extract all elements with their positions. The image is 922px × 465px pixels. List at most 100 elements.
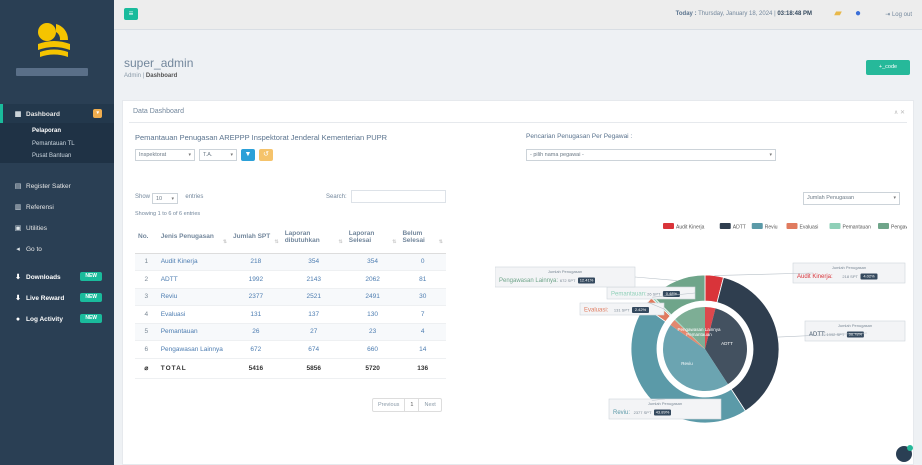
dashboard-submenu: Pelaporan Pemantauan TL Pusat Bantuan (0, 123, 114, 163)
sidebar-item-live-reward[interactable]: ⬇ Live Reward NEW (0, 288, 114, 308)
callout-name-pengawasan-lainnya: Pengawasan Lainnya: (499, 278, 558, 284)
notification-dot (907, 445, 913, 451)
legend-label-reviu: Reviu (765, 225, 778, 231)
row-belum: 7 (399, 305, 446, 324)
sidebar-item-log-activity[interactable]: ● Log Activity NEW (0, 309, 114, 329)
leader-line-pengawasan-lainnya (634, 276, 677, 281)
current-datetime: Today : Thursday, January 18, 2024 | 03:… (675, 11, 812, 17)
sidebar-item-dashboard[interactable]: ▦ Dashboard ▾ (0, 104, 114, 124)
row-butuh: 137 (281, 305, 346, 324)
chevron-down-icon: ▾ (893, 195, 896, 201)
year-select[interactable]: T.A. ▾ (199, 149, 237, 161)
today-label: Today : (675, 11, 697, 17)
col-butuh[interactable]: Laporan dibutuhkan ⇅ (281, 221, 346, 254)
row-jenis[interactable]: Evaluasi (157, 305, 231, 324)
sidebar-item-label: Referensi (26, 203, 54, 211)
callout-value-evaluasi: 131 SPT (614, 308, 630, 313)
row-butuh: 2521 (281, 288, 346, 306)
legend-swatch-pengawasan-lainnya (878, 223, 889, 229)
callout-name-pemantauan: Pemantauan: (611, 292, 647, 298)
sidebar-item-register-satker[interactable]: ▤ Register Satker (0, 176, 114, 196)
row-butuh: 354 (281, 253, 346, 271)
callout-value-reviu: 2377 SPT (634, 410, 652, 415)
legend-label-pemantauan: Pemantauan (843, 225, 872, 231)
callout-percent-reviu: 43.89% (656, 410, 670, 415)
table-search-input[interactable] (351, 190, 446, 203)
penugasan-table: No. Jenis Penugasan ⇅ Jumlah SPT ⇅ Laporan… (135, 221, 446, 379)
col-spt[interactable]: Jumlah SPT ⇅ (230, 221, 282, 254)
menu-toggle-button[interactable]: ≡ (124, 8, 138, 20)
unit-select[interactable]: Inspektorat ▾ (135, 149, 195, 161)
chevron-down-icon: ▾ (188, 152, 191, 158)
inner-label-reviu: Reviu (681, 361, 693, 366)
col-belum[interactable]: Belum Selesai ⇅ (399, 221, 446, 254)
col-no[interactable]: No. (135, 221, 158, 254)
sort-icon: ⇅ (222, 238, 228, 245)
total-label: TOTAL (157, 357, 231, 379)
logout-link[interactable]: ⇥ Log out (885, 11, 912, 18)
sidebar-item-go-to[interactable]: ◂ Go to (0, 239, 114, 259)
chevron-down-icon: ▾ (769, 152, 772, 158)
row-jenis[interactable]: Audit Kinerja (157, 253, 231, 271)
sidebar-item-label: Utilities (26, 224, 47, 232)
pagination-previous[interactable]: Previous (373, 399, 404, 411)
callout-title-adtt: Jumlah Penugasan (838, 323, 872, 328)
total-selesai: 5720 (345, 357, 400, 379)
table-icon: ▥ (14, 204, 22, 211)
dashboard-panel: Data Dashboard ∧ ✕ Pemantauan Penugasan … (122, 100, 914, 465)
divider (129, 122, 907, 123)
row-jenis[interactable]: Pemantauan (157, 323, 231, 341)
row-jenis[interactable]: Reviu (157, 288, 231, 306)
row-selesai: 23 (345, 323, 400, 341)
col-jenis[interactable]: Jenis Penugasan ⇅ (157, 221, 231, 254)
row-spt: 672 (230, 340, 282, 359)
database-icon: ▣ (14, 225, 22, 232)
panel-tools[interactable]: ∧ ✕ (894, 109, 905, 116)
sidebar: ▦ Dashboard ▾ Pelaporan Pemantauan TL Pu… (0, 0, 114, 465)
submenu-item-pelaporan[interactable]: Pelaporan (32, 128, 61, 134)
download-icon: ⬇ (15, 295, 21, 302)
app-logo (38, 23, 70, 57)
sidebar-item-downloads[interactable]: ⬇ Downloads NEW (0, 267, 114, 287)
row-no: 4 (135, 305, 158, 324)
breadcrumb-root[interactable]: Admin (124, 73, 141, 79)
row-no: 3 (135, 288, 158, 306)
table-row: 1 Audit Kinerja 218 354 354 0 (135, 253, 446, 271)
callout-percent-evaluasi: 2.42% (635, 307, 647, 312)
callout-value-audit-kinerja: 218 SPT (842, 274, 858, 279)
code-button[interactable]: +_code (866, 60, 910, 75)
row-selesai: 2491 (345, 288, 400, 306)
submenu-item-pemantauan-tl[interactable]: Pemantauan TL (32, 141, 75, 147)
callout-name-evaluasi: Evaluasi: (584, 308, 609, 314)
pagination-next[interactable]: Next (419, 399, 440, 411)
row-spt: 2377 (230, 288, 282, 306)
chat-fab-button[interactable] (896, 445, 913, 462)
chart-metric-select[interactable]: Jumlah Penugasan ▾ (803, 192, 900, 205)
callout-name-reviu: Reviu: (613, 410, 630, 416)
pagination-page[interactable]: 1 (404, 399, 420, 411)
user-icon[interactable]: ● (852, 8, 864, 20)
row-spt: 26 (230, 323, 282, 341)
row-belum: 30 (399, 288, 446, 306)
filter-button[interactable]: ▼ (241, 149, 255, 161)
penugasan-donut-chart: Audit Kinerja ADTT Reviu Evaluasi Pemantauan… (495, 223, 907, 424)
col-selesai[interactable]: Laporan Selesai ⇅ (345, 221, 400, 254)
row-jenis[interactable]: ADTT (157, 270, 231, 289)
row-spt: 218 (230, 253, 282, 271)
sidebar-item-utilities[interactable]: ▣ Utilities (0, 218, 114, 238)
folder-icon[interactable]: ▰ (832, 8, 844, 20)
sidebar-item-referensi[interactable]: ▥ Referensi (0, 197, 114, 217)
callout-name-audit-kinerja: Audit Kinerja: (797, 274, 833, 280)
entries-select[interactable]: 10 ▾ (152, 193, 178, 204)
row-jenis[interactable]: Pengawasan Lainnya (157, 340, 231, 359)
callout-title-reviu: Jumlah Penugasan (648, 401, 682, 406)
sidebar-item-label: Log Activity (26, 315, 63, 323)
callout-percent-pengawasan-lainnya: 12.41% (580, 278, 594, 283)
time-text: 03:18:48 PM (777, 11, 812, 17)
submenu-item-pusat-bantuan[interactable]: Pusat Bantuan (32, 153, 71, 159)
legend-label-adtt: ADTT (733, 225, 746, 231)
logout-icon: ⇥ (885, 12, 891, 18)
pegawai-select[interactable]: - pilih nama pegawai - ▾ (526, 149, 776, 161)
reset-button[interactable]: ↺ (259, 149, 273, 161)
row-spt: 131 (230, 305, 282, 324)
